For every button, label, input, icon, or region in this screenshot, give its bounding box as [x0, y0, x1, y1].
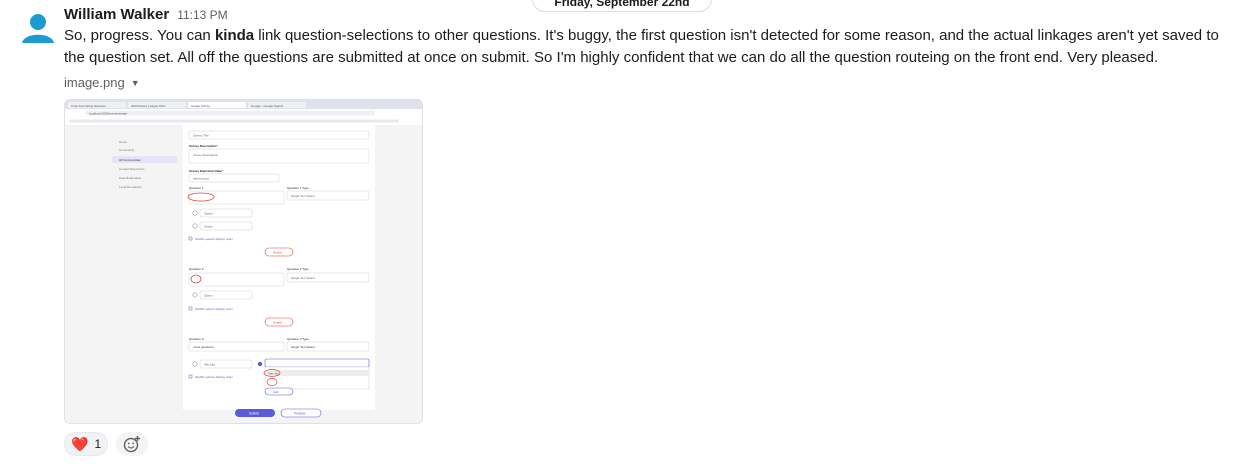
- user-avatar-icon[interactable]: [20, 10, 56, 46]
- bookmarks-bar: [69, 119, 399, 123]
- q1-type-select: Single Text Select: [291, 194, 315, 198]
- tab-label-2: 2023 Rotary League MVC: [131, 104, 167, 108]
- sidebar-item-community: Community: [119, 148, 135, 152]
- screenshot-preview: Crisp Formatting Discover 2023 Rotary Le…: [65, 100, 422, 423]
- q2-type-label: Question 2 Type: [287, 267, 309, 271]
- reactions-bar: ❤️ 1: [64, 432, 149, 456]
- message-text-bold: kinda: [214, 27, 255, 44]
- heart-reaction[interactable]: ❤️ 1: [64, 432, 109, 456]
- q1-type-label: Question 1 Type: [287, 186, 309, 190]
- message-text-start: So, progress. You can: [64, 27, 215, 44]
- message: William Walker 11:13 PM So, progress. Yo…: [64, 6, 1234, 90]
- q1-shuffle: Shuffle options display order: [195, 237, 233, 241]
- q2-label: Question 2: [189, 267, 204, 271]
- attachment-header[interactable]: image.png ▼: [64, 75, 1234, 90]
- submit-label: Submit: [249, 412, 259, 416]
- q2-shuffle: Shuffle options display order: [195, 307, 233, 311]
- q3-shuffle: Shuffle options display order: [195, 375, 233, 379]
- q3-option-1: Yes I do: [204, 363, 215, 367]
- q1-option-1: Option: [204, 212, 213, 216]
- add-reaction-button[interactable]: [116, 432, 149, 456]
- sidebar-item-all-communities: All Communities: [119, 158, 141, 162]
- survey-title-field: Survey Title: [193, 134, 209, 138]
- q3-type-label: Question 3 Type: [287, 337, 309, 341]
- q3-label: Question 3: [189, 337, 204, 341]
- tab-label-4: Google - Google Search: [251, 104, 284, 108]
- description-field: Survey Description: [193, 153, 219, 157]
- q2-type-select: Single Text Select: [291, 276, 315, 280]
- q1-delete-button: Delete: [273, 251, 282, 255]
- expiration-label: Survey Expiration Date*: [189, 169, 224, 173]
- expiration-field: dd/mm/yyyy: [193, 177, 210, 181]
- chevron-down-icon[interactable]: ▼: [131, 78, 140, 88]
- sidebar-item-remainder: Local Remainder: [119, 185, 142, 189]
- address-bar: [85, 110, 375, 116]
- attachment-name: image.png: [64, 75, 125, 90]
- q3-add-button: Add: [273, 390, 279, 394]
- tab-label-3: Create Survey: [191, 104, 211, 108]
- q1-option-2: Option: [204, 225, 213, 229]
- message-body: So, progress. You can kinda link questio…: [64, 25, 1234, 69]
- sidebar-item-contacts: Contact Directories: [119, 167, 145, 171]
- q1-label: Question 1: [189, 186, 204, 190]
- address-text: localhost:3000/survey/create: [89, 112, 128, 116]
- sidebar-item-home: Home: [119, 140, 127, 144]
- q2-option-1: Option: [204, 294, 213, 298]
- message-timestamp[interactable]: 11:13 PM: [177, 8, 227, 22]
- image-attachment[interactable]: Crisp Formatting Discover 2023 Rotary Le…: [64, 99, 423, 424]
- reaction-count: 1: [94, 437, 102, 451]
- sidebar-item-bookmarks: Date Bookmarks: [119, 176, 142, 180]
- description-label: Survey Description*: [189, 144, 218, 148]
- heart-icon: ❤️: [71, 435, 89, 452]
- q2-delete-button: Delete: [273, 321, 282, 325]
- q3-type-select: Single Text Select: [291, 345, 315, 349]
- message-author[interactable]: William Walker: [64, 6, 169, 23]
- preview-label: Preview: [294, 412, 306, 416]
- q3-field: I love questions: [193, 345, 214, 349]
- add-emoji-icon: [123, 436, 141, 453]
- route-dropdown-option: Yes I do: [268, 372, 279, 376]
- tab-label-1: Crisp Formatting Discover: [71, 104, 106, 108]
